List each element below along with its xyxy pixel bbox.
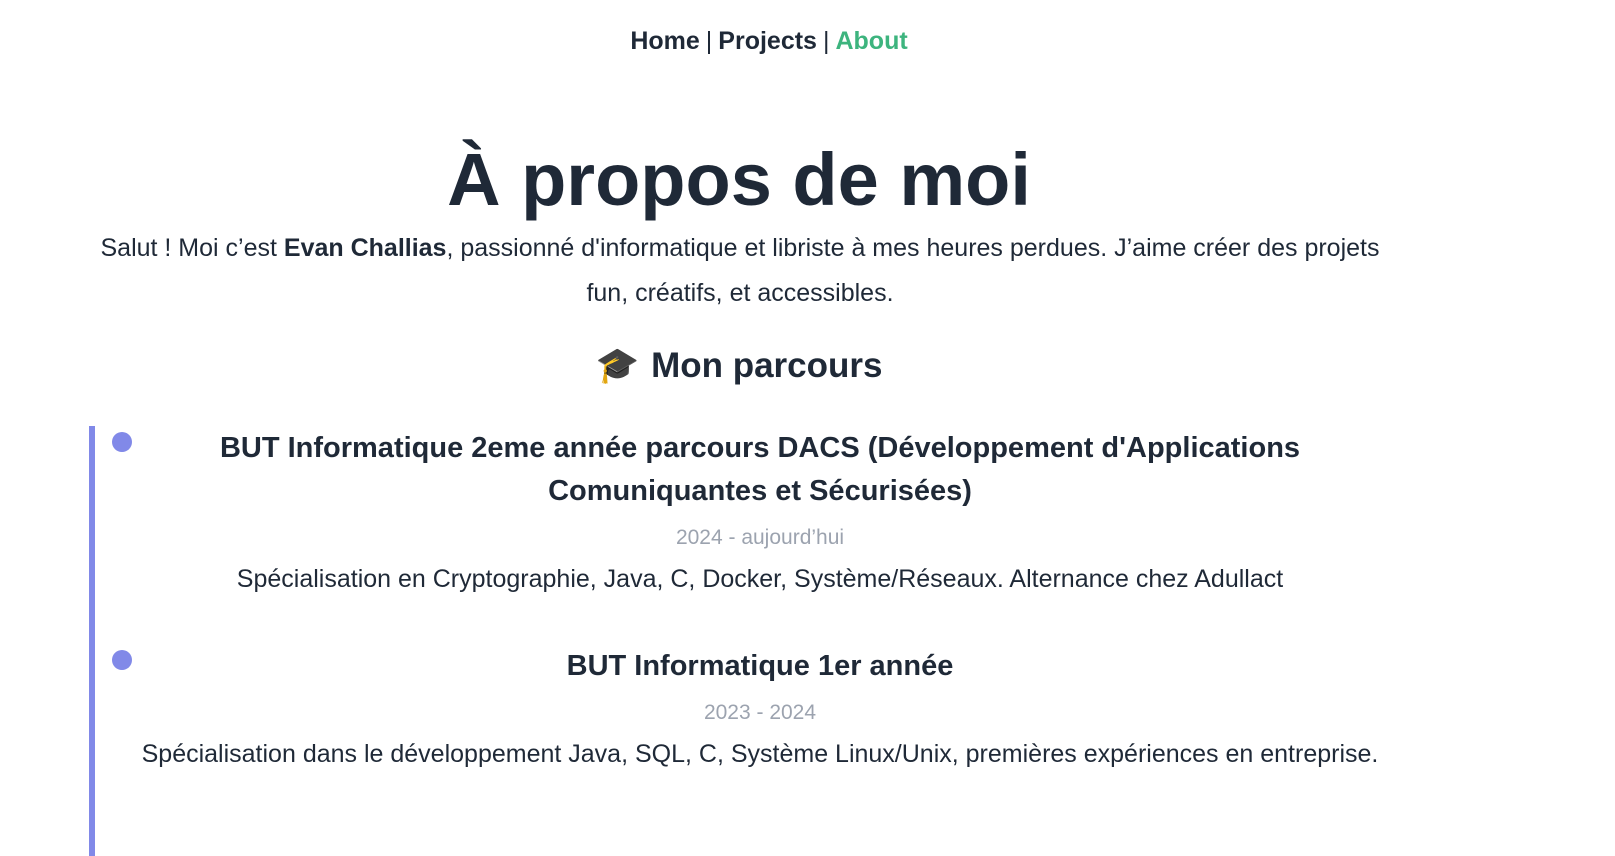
nav-separator: | <box>822 27 830 55</box>
timeline-entry-date: 2024 - aujourd’hui <box>675 526 845 549</box>
timeline-entry: BUT Informatique 1er année 2023 - 2024 S… <box>140 645 1380 777</box>
nav-link-home[interactable]: Home <box>630 27 699 55</box>
timeline-entry-date: 2023 - 2024 <box>703 701 817 724</box>
graduation-cap-icon: 🎓 <box>595 346 640 385</box>
timeline-entry-title: BUT Informatique 1er année <box>566 650 954 682</box>
intro-text-end: , passionné d'informatique et libriste à… <box>446 234 1380 307</box>
nav-separator: | <box>705 27 713 55</box>
timeline-line <box>89 426 95 856</box>
section-title-text: Mon parcours <box>651 346 883 385</box>
timeline-entry-title: BUT Informatique 2eme année parcours DAC… <box>219 432 1301 507</box>
timeline-entry: BUT Informatique 2eme année parcours DAC… <box>140 427 1380 602</box>
nav-link-projects[interactable]: Projects <box>718 27 817 55</box>
section-title: 🎓 Mon parcours <box>0 342 1478 390</box>
timeline-entry-description: Spécialisation dans le développement Jav… <box>141 740 1379 768</box>
intro-text-start: Salut ! Moi c’est <box>100 234 284 262</box>
timeline-dot <box>112 650 132 670</box>
timeline-entry-description: Spécialisation en Cryptographie, Java, C… <box>236 565 1284 593</box>
nav-link-about[interactable]: About <box>835 27 907 55</box>
intro-paragraph: Salut ! Moi c’est Evan Challias, passion… <box>95 226 1385 316</box>
top-nav: Home | Projects | About <box>0 24 1538 58</box>
page-title: À propos de moi <box>447 138 1031 221</box>
author-name: Evan Challias <box>283 234 447 262</box>
timeline-dot <box>112 432 132 452</box>
